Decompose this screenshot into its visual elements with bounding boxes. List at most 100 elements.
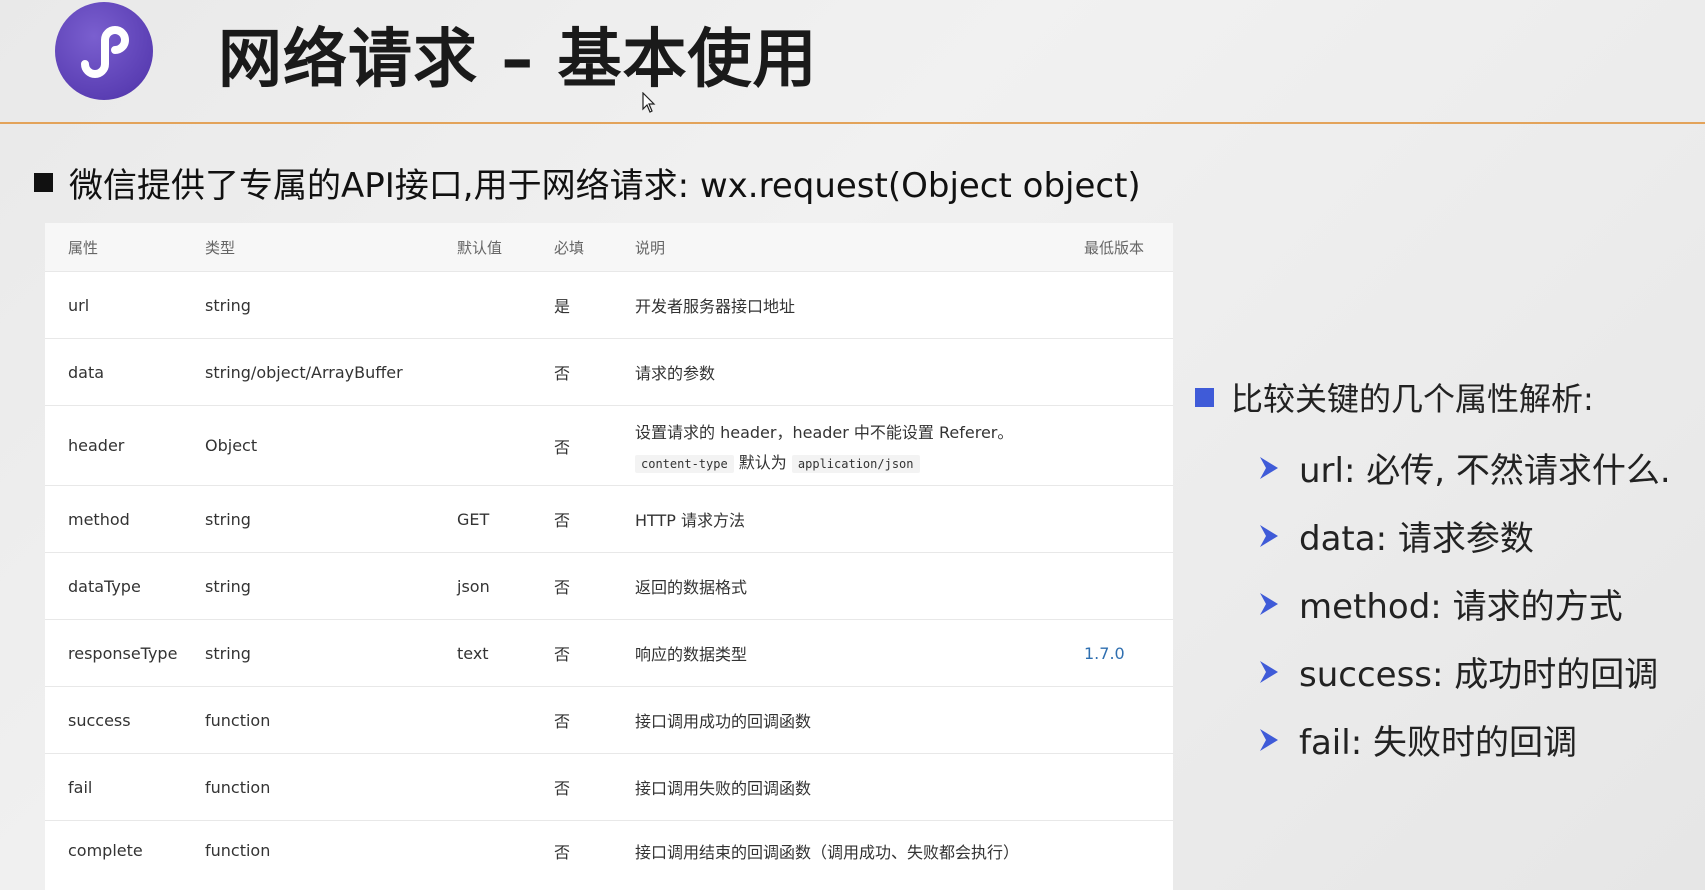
cell-type: function (205, 753, 457, 821)
header-desc: 说明 (635, 223, 1084, 272)
table-row: header Object 否 设置请求的 header，header 中不能设… (45, 405, 1173, 486)
desc-mid-text: 默认为 (738, 452, 787, 472)
cell-required: 否 (554, 686, 635, 754)
cell-desc: 请求的参数 (635, 338, 1084, 406)
cell-attr: dataType (45, 552, 205, 620)
table-row: success function 否 接口调用成功的回调函数 (45, 686, 1173, 754)
cell-version (1084, 338, 1173, 406)
arrow-bullet-icon (1260, 456, 1278, 479)
table-header-row: 属性 类型 默认值 必填 说明 最低版本 (45, 223, 1173, 272)
table-row: complete function 否 接口调用结束的回调函数（调用成功、失败都… (45, 820, 1173, 881)
cell-desc: 响应的数据类型 (635, 619, 1084, 687)
cell-attr: complete (45, 820, 205, 881)
cell-version (1084, 820, 1173, 881)
cell-desc: 设置请求的 header，header 中不能设置 Referer。 conte… (635, 405, 1084, 486)
header-version: 最低版本 (1084, 223, 1173, 272)
cell-required: 否 (554, 552, 635, 620)
table-row: fail function 否 接口调用失败的回调函数 (45, 753, 1173, 821)
table-row: data string/object/ArrayBuffer 否 请求的参数 (45, 338, 1173, 406)
cell-default (457, 686, 554, 754)
api-params-table: 属性 类型 默认值 必填 说明 最低版本 url string 是 开发者服务器… (45, 223, 1173, 890)
side-item-text: fail: 失败时的回调 (1299, 723, 1577, 763)
cell-attr: data (45, 338, 205, 406)
side-item-fail: fail: 失败时的回调 (1258, 715, 1577, 764)
side-item-url: url: 必传, 不然请求什么. (1258, 443, 1671, 492)
table-row: url string 是 开发者服务器接口地址 (45, 271, 1173, 339)
cell-desc: 接口调用结束的回调函数（调用成功、失败都会执行） (635, 820, 1084, 881)
cell-type: function (205, 820, 457, 881)
cell-default: text (457, 619, 554, 687)
main-bullet-text: 微信提供了专属的API接口,用于网络请求: wx.request(Object … (69, 165, 1141, 206)
side-item-text: data: 请求参数 (1299, 519, 1534, 559)
cell-version (1084, 686, 1173, 754)
slide-header: 网络请求 – 基本使用 (0, 0, 1705, 122)
cell-attr: header (45, 405, 205, 486)
cell-required: 否 (554, 338, 635, 406)
cell-desc-line2: content-type 默认为 application/json (635, 449, 1084, 473)
side-item-data: data: 请求参数 (1258, 511, 1534, 560)
key-attributes-panel: 比较关键的几个属性解析: url: 必传, 不然请求什么. data: 请求参数… (1195, 370, 1671, 763)
code-application-json: application/json (791, 454, 920, 473)
cell-attr: success (45, 686, 205, 754)
header-default: 默认值 (457, 223, 554, 272)
cell-version (1084, 405, 1173, 486)
header-divider (0, 122, 1705, 124)
cell-version (1084, 552, 1173, 620)
cell-required: 否 (554, 820, 635, 881)
cell-desc: 开发者服务器接口地址 (635, 271, 1084, 339)
cell-type: Object (205, 405, 457, 486)
cell-version (1084, 271, 1173, 339)
side-item-success: success: 成功时的回调 (1258, 647, 1658, 696)
cell-version[interactable]: 1.7.0 (1084, 619, 1173, 687)
cell-type: function (205, 686, 457, 754)
cell-required: 否 (554, 405, 635, 486)
main-bullet: 微信提供了专属的API接口,用于网络请求: wx.request(Object … (34, 157, 1141, 207)
arrow-bullet-icon (1260, 728, 1278, 751)
cell-default (457, 820, 554, 881)
arrow-bullet-icon (1260, 592, 1278, 615)
side-item-method: method: 请求的方式 (1258, 579, 1623, 628)
cell-default (457, 405, 554, 486)
cell-required: 否 (554, 753, 635, 821)
page-title: 网络请求 – 基本使用 (218, 23, 818, 97)
cell-attr: fail (45, 753, 205, 821)
cell-default (457, 753, 554, 821)
side-heading: 比较关键的几个属性解析: (1195, 370, 1594, 424)
table-row: responseType string text 否 响应的数据类型 1.7.0 (45, 619, 1173, 687)
arrow-bullet-icon (1260, 524, 1278, 547)
arrow-bullet-icon (1260, 660, 1278, 683)
cell-desc: 返回的数据格式 (635, 552, 1084, 620)
side-item-text: url: 必传, 不然请求什么. (1299, 451, 1671, 491)
header-required: 必填 (554, 223, 635, 272)
table-row: dataType string json 否 返回的数据格式 (45, 552, 1173, 620)
cell-version (1084, 485, 1173, 553)
cell-default (457, 338, 554, 406)
cell-desc-line1: 设置请求的 header，header 中不能设置 Referer。 (635, 422, 1014, 442)
cell-required: 否 (554, 619, 635, 687)
cell-type: string (205, 619, 457, 687)
mini-program-logo-icon (55, 2, 153, 100)
cell-desc: 接口调用失败的回调函数 (635, 753, 1084, 821)
cell-default: json (457, 552, 554, 620)
side-item-text: method: 请求的方式 (1299, 587, 1623, 627)
cell-type: string (205, 271, 457, 339)
cell-attr: method (45, 485, 205, 553)
cell-required: 是 (554, 271, 635, 339)
cell-attr: url (45, 271, 205, 339)
cell-type: string (205, 485, 457, 553)
header-attr: 属性 (45, 223, 205, 272)
cell-type: string (205, 552, 457, 620)
code-content-type: content-type (635, 454, 734, 473)
blue-square-bullet-icon (1195, 387, 1214, 407)
side-item-text: success: 成功时的回调 (1299, 655, 1659, 695)
cell-desc: 接口调用成功的回调函数 (635, 686, 1084, 754)
header-type: 类型 (205, 223, 457, 272)
table-row: method string GET 否 HTTP 请求方法 (45, 485, 1173, 553)
mouse-cursor-icon (642, 91, 656, 118)
cell-attr: responseType (45, 619, 205, 687)
side-heading-text: 比较关键的几个属性解析: (1231, 380, 1594, 418)
cell-default: GET (457, 485, 554, 553)
cell-version (1084, 753, 1173, 821)
cell-type: string/object/ArrayBuffer (205, 338, 457, 406)
square-bullet-icon (34, 172, 53, 192)
